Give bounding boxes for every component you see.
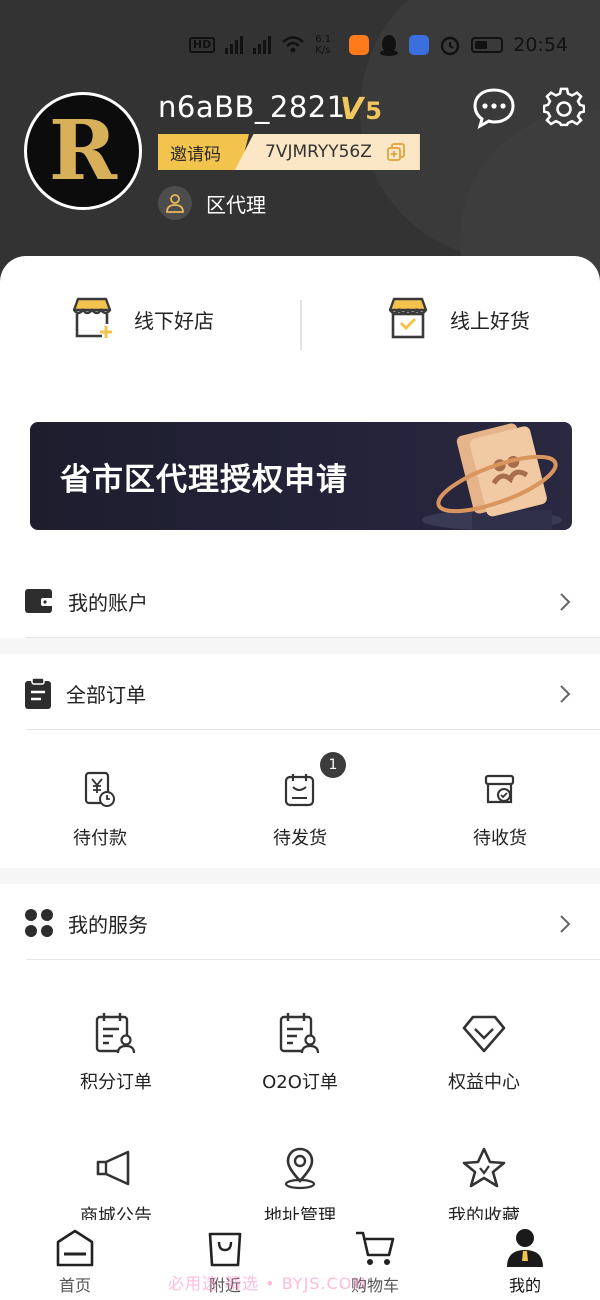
status-bar: HD 6.1 K/s 20:54 — [188, 28, 568, 62]
grid-flower-icon — [25, 909, 53, 937]
clock: 20:54 — [513, 34, 568, 56]
order-pending-shipment-label: 待发货 — [273, 828, 327, 849]
payment-pending-icon — [84, 771, 115, 807]
role-tag: 区代理 — [158, 186, 266, 220]
hd-indicator: HD — [188, 37, 216, 53]
order-pending-receipt-label: 待收货 — [473, 828, 527, 849]
vip-level-badge: V 5 — [340, 92, 382, 127]
megaphone-icon — [96, 1150, 130, 1186]
online-goods-button[interactable]: 线上好货 — [384, 296, 530, 342]
settings-button[interactable] — [542, 86, 586, 130]
chevron-right-icon — [560, 593, 571, 611]
banner-title: 省市区代理授权申请 — [60, 462, 348, 498]
order-pending-shipment[interactable]: 1 待发货 — [260, 752, 346, 850]
service-points-order-label: 积分订单 — [80, 1072, 152, 1093]
agent-icon — [158, 186, 192, 220]
receive-pending-icon — [484, 774, 515, 804]
chevron-right-icon — [560, 915, 571, 933]
invite-code-box: 邀请码 7VJMRYY56Z — [158, 134, 420, 170]
tab-home[interactable]: 首页 — [25, 1226, 125, 1296]
copy-icon[interactable] — [386, 142, 406, 162]
diamond-icon — [462, 1015, 506, 1053]
service-o2o-order[interactable]: O2O订单 — [250, 1010, 350, 1094]
order-pending-receipt[interactable]: 待收货 — [460, 766, 540, 850]
offline-shops-label: 线下好店 — [134, 308, 214, 333]
service-o2o-order-label: O2O订单 — [262, 1072, 338, 1093]
role-label: 区代理 — [206, 192, 266, 217]
services-title: 我的服务 — [68, 912, 148, 937]
invite-code-value-box: 7VJMRYY56Z — [235, 134, 420, 170]
points-order-icon — [95, 1013, 136, 1054]
user-icon — [507, 1229, 543, 1267]
watermark: 必用选 精选 • BYJS.COM — [168, 1274, 368, 1293]
battery-icon — [471, 37, 504, 53]
service-benefits-center[interactable]: 权益中心 — [434, 1010, 534, 1094]
account-section[interactable]: 我的账户 — [0, 564, 600, 638]
divider — [26, 959, 600, 960]
order-pending-payment-label: 待付款 — [73, 828, 127, 849]
order-pending-payment[interactable]: 待付款 — [60, 766, 140, 850]
orders-section: 全部订单 待付款 1 待发货 待收货 — [0, 656, 600, 868]
tab-home-label: 首页 — [58, 1276, 91, 1295]
vip-mark: V — [340, 92, 364, 127]
agent-application-banner[interactable]: 省市区代理授权申请 — [30, 422, 572, 530]
home-icon — [56, 1229, 94, 1267]
tab-mine-label: 我的 — [508, 1276, 541, 1295]
signal-icon — [253, 36, 272, 54]
qq-icon — [380, 35, 399, 56]
section-gap — [0, 868, 600, 884]
clipboard-icon — [25, 677, 51, 709]
offline-shops-button[interactable]: 线下好店 — [68, 296, 214, 342]
profile-header: HD 6.1 K/s 20:54 R n6aBB_2821 V 5 邀请码 7V… — [0, 0, 600, 300]
services-header[interactable]: 我的服务 — [0, 886, 600, 960]
vip-level: 5 — [365, 97, 382, 125]
orders-title: 全部订单 — [66, 682, 146, 707]
account-header[interactable]: 我的账户 — [0, 564, 600, 638]
o2o-order-icon — [279, 1013, 320, 1054]
shopping-bag-icon — [208, 1232, 242, 1267]
divider — [26, 729, 600, 730]
signal-icon — [225, 36, 244, 54]
chevron-right-icon — [560, 685, 571, 703]
gear-icon — [543, 87, 585, 127]
message-button[interactable] — [472, 86, 516, 130]
authorization-card-illustration — [422, 423, 562, 530]
services-section: 我的服务 积分订单 O2O订单 权益中心 商城公告 地址管理 我的收藏 — [0, 886, 600, 1227]
main-content: 线下好店 线上好货 省市区代理授权申请 我的账户 全部订单 待付款 1 待发货 … — [0, 256, 600, 1300]
star-icon — [462, 1147, 506, 1188]
divider — [300, 300, 302, 350]
shop-shortcuts: 线下好店 线上好货 — [0, 296, 600, 358]
service-benefits-center-label: 权益中心 — [448, 1072, 520, 1093]
online-goods-label: 线上好货 — [450, 308, 530, 333]
cart-icon — [356, 1231, 395, 1265]
invite-code-value: 7VJMRYY56Z — [265, 142, 372, 162]
chat-bubble-icon — [473, 88, 515, 129]
alarm-icon — [441, 36, 460, 56]
invite-code-label: 邀请码 — [158, 134, 249, 170]
avatar[interactable]: R — [24, 92, 142, 210]
avatar-logo: R — [48, 103, 118, 199]
service-points-order[interactable]: 积分订单 — [66, 1010, 166, 1094]
network-speed: 6.1 K/s — [315, 34, 332, 56]
service-mall-announcement[interactable]: 商城公告 — [66, 1144, 166, 1228]
username: n6aBB_2821 — [158, 90, 346, 124]
ship-pending-icon — [284, 774, 315, 807]
wallet-icon — [25, 589, 53, 613]
store-check-icon — [388, 297, 428, 339]
store-add-icon — [72, 297, 112, 338]
order-count-badge: 1 — [320, 752, 346, 778]
section-gap — [0, 638, 600, 654]
location-pin-icon — [284, 1147, 316, 1190]
service-address-management[interactable]: 地址管理 — [250, 1144, 350, 1228]
service-my-favorites[interactable]: 我的收藏 — [434, 1144, 534, 1228]
orders-header[interactable]: 全部订单 — [0, 656, 600, 730]
wifi-icon — [282, 36, 305, 53]
account-title: 我的账户 — [68, 590, 148, 615]
music-app-icon — [409, 35, 430, 55]
video-app-icon — [349, 35, 370, 55]
tab-mine[interactable]: 我的 — [475, 1226, 575, 1296]
